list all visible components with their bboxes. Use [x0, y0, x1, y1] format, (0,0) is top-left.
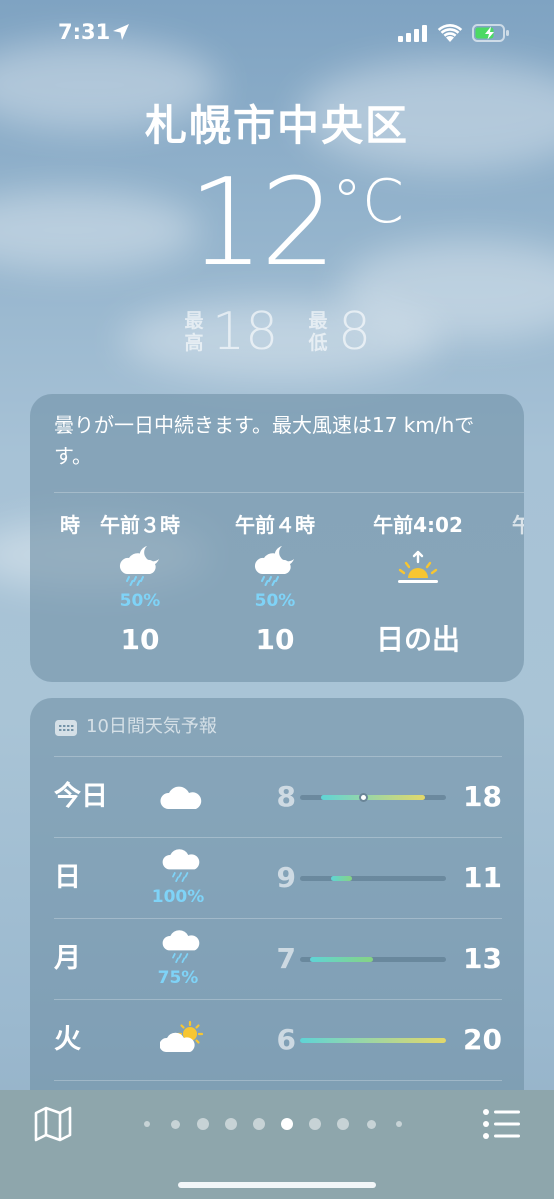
ten-day-forecast-card[interactable]: 10日間天気予報 今日 8 18 日 100% 9 11 月 75% 7 13 … [30, 698, 524, 1118]
day-row[interactable]: 火 6 20 [30, 1000, 524, 1080]
location-name: 札幌市中央区 [144, 101, 409, 150]
temperature-value: 12 [188, 154, 337, 293]
battery-charging-icon [472, 24, 509, 42]
status-bar: 7:31 [0, 0, 554, 66]
list-icon[interactable] [482, 1108, 522, 1140]
precipitation-chance: 100% [151, 887, 205, 907]
temperature-range-fill [320, 795, 426, 800]
current-temperature: 12 °C [180, 158, 420, 290]
page-indicator[interactable] [142, 1116, 412, 1132]
cloud-sun-icon [160, 1020, 204, 1052]
hour-item: 午 [500, 510, 524, 660]
day-name: 今日 [54, 781, 108, 812]
day-high: 11 [463, 861, 502, 894]
temperature-range-bar [300, 793, 446, 802]
page-dot[interactable] [366, 1119, 376, 1129]
location-arrow-icon [113, 24, 129, 40]
high-value: 18 [212, 302, 279, 362]
day-low: 9 [276, 861, 296, 894]
day-name: 日 [54, 862, 81, 893]
day-high: 20 [463, 1023, 502, 1056]
high-low: 最高 18 最低 8 [0, 302, 554, 362]
temperature-range-fill [310, 957, 373, 962]
hour-item: 午前３時 50% 10 [70, 510, 210, 660]
hour-item: 午前４時 50% 10 [205, 510, 345, 660]
cellular-signal-icon [398, 25, 427, 42]
low-label: 最低 [308, 310, 328, 354]
day-low: 6 [276, 1023, 296, 1056]
high-label: 最高 [184, 310, 204, 354]
hour-time: 午前３時 [100, 513, 180, 537]
temperature-range-bar [300, 876, 446, 881]
page-dot[interactable] [396, 1121, 402, 1127]
temperature-range-fill [331, 876, 353, 881]
page-dot[interactable] [337, 1118, 349, 1130]
cloud-rain-icon [162, 849, 200, 882]
day-high: 18 [463, 780, 502, 813]
day-high: 13 [463, 942, 502, 975]
hour-temperature: 10 [255, 623, 295, 656]
day-name: 月 [54, 943, 81, 974]
day-row[interactable]: 今日 8 18 [30, 757, 524, 837]
low-value: 8 [338, 302, 372, 362]
day-name: 火 [54, 1024, 81, 1055]
sunrise-label: 日の出 [375, 623, 460, 656]
hourly-forecast-card[interactable]: 曇りが一日中続きます。最大風速は17 km/hです。 時 午前３時 50% 10… [30, 394, 524, 682]
home-indicator [178, 1182, 376, 1188]
precipitation-chance: 50% [254, 591, 296, 611]
day-low: 7 [276, 942, 296, 975]
status-time: 7:31 [58, 20, 111, 44]
hour-time: 午前4:02 [373, 513, 463, 537]
cloud-icon [160, 786, 202, 809]
page-dot[interactable] [309, 1118, 321, 1130]
page-dot[interactable] [253, 1118, 265, 1130]
day-row[interactable]: 日 100% 9 11 [30, 838, 524, 918]
temperature-range-bar [300, 1038, 446, 1043]
precipitation-chance: 50% [119, 591, 161, 611]
divider [54, 1080, 502, 1081]
page-dot[interactable] [170, 1119, 180, 1129]
hour-time: 午 [512, 513, 524, 537]
current-temperature-dot [358, 793, 368, 802]
temperature-unit: °C [332, 167, 404, 237]
page-dot[interactable] [225, 1118, 237, 1130]
temperature-range-fill [300, 1038, 446, 1043]
page-dot[interactable] [281, 1118, 293, 1130]
cloud-moon-rain-icon [119, 546, 159, 586]
map-icon[interactable] [34, 1106, 72, 1142]
page-dot[interactable] [197, 1118, 209, 1130]
hour-time: 午前４時 [235, 513, 315, 537]
wifi-icon [437, 24, 463, 42]
forecast-summary: 曇りが一日中続きます。最大風速は17 km/hです。 [54, 413, 475, 468]
cloud-rain-icon [162, 930, 200, 963]
temperature-range-bar [300, 957, 446, 962]
bottom-toolbar [0, 1090, 554, 1199]
hour-temperature: 10 [120, 623, 160, 656]
page-dot[interactable] [144, 1121, 150, 1127]
hour-item: 午前4:02 日の出 [348, 510, 488, 660]
day-low: 8 [276, 780, 296, 813]
ten-day-title: 10日間天気予報 [86, 716, 217, 737]
cloud-moon-rain-icon [254, 546, 294, 586]
sunrise-icon [398, 550, 438, 583]
precipitation-chance: 75% [157, 968, 199, 988]
divider [54, 492, 524, 493]
day-row[interactable]: 月 75% 7 13 [30, 919, 524, 999]
calendar-icon [55, 720, 77, 736]
